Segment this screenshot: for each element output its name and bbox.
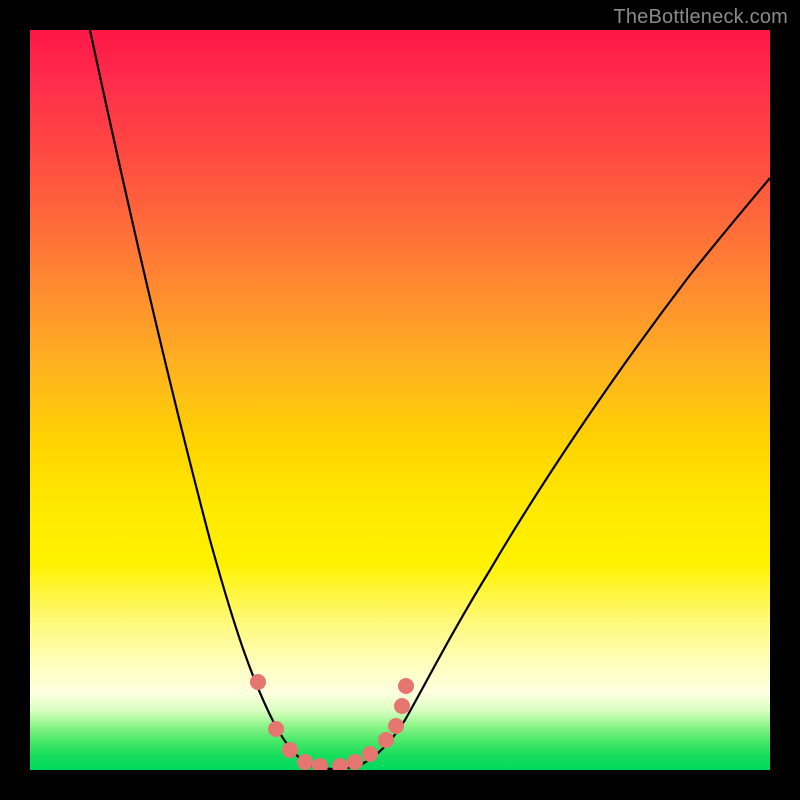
chart-frame: TheBottleneck.com xyxy=(0,0,800,800)
marker-dot xyxy=(268,721,284,737)
marker-dot xyxy=(398,678,414,694)
watermark-text: TheBottleneck.com xyxy=(613,6,788,29)
marker-dot xyxy=(297,754,313,770)
marker-dot xyxy=(388,718,404,734)
chart-svg xyxy=(30,30,770,770)
marker-dot xyxy=(332,758,348,770)
marker-group xyxy=(250,674,414,770)
marker-dot xyxy=(312,758,328,770)
marker-dot xyxy=(250,674,266,690)
marker-dot xyxy=(347,754,363,770)
marker-dot xyxy=(282,742,298,758)
plot-area xyxy=(30,30,770,770)
curve-path xyxy=(90,30,770,769)
marker-dot xyxy=(394,698,410,714)
marker-dot xyxy=(378,732,394,748)
marker-dot xyxy=(362,746,378,762)
